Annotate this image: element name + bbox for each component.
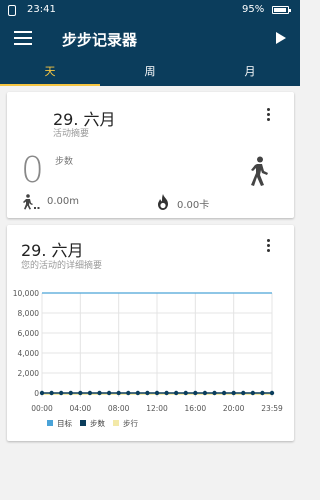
steps-point [39,390,45,396]
x-tick-label: 20:00 [223,404,245,413]
steps-point [135,390,141,396]
steps-point [106,390,112,396]
flame-icon [158,194,168,210]
y-tick-label: 10,000 [13,289,39,298]
steps-point [250,390,256,396]
x-tick-label: 08:00 [108,404,130,413]
legend-swatch [80,420,86,426]
period-tabs: 天 周 月 [0,58,300,86]
steps-point [212,390,217,396]
legend-swatch [113,420,119,426]
steps-point [260,390,265,396]
status-time: 23:41 [27,4,56,15]
summary-more-icon[interactable] [267,108,271,122]
tab-indicator [0,84,100,86]
steps-point [154,390,160,396]
steps-point [183,390,188,396]
legend-swatch [47,420,53,426]
summary-card: 29. 六月 活动摘要 0 步数 0.00m 0.00卡 [7,92,294,218]
x-tick-label: 12:00 [146,404,168,413]
steps-count: 0 [21,150,44,191]
steps-chart: 0 2,000 4,000 6,000 8,000 10,000 00:00 04:00 08:… [13,289,283,428]
battery-percent: 95% [242,4,265,15]
y-tick-label: 2,000 [18,369,40,378]
steps-point [116,390,121,396]
steps-point [231,390,236,396]
steps-point [49,390,54,396]
y-tick-label: 8,000 [18,309,40,318]
steps-point [221,390,227,396]
legend-label: 步数 [90,418,105,428]
steps-point [68,390,73,396]
steps-point [145,390,150,396]
detail-card: 29. 六月 您的活动的详细摘要 0 2,000 4,000 6,000 8,000 10… [7,225,294,441]
legend-label: 步行 [123,418,138,428]
app-bar: 步步记录器 [0,20,300,58]
y-tick-label: 4,000 [18,349,40,358]
steps-point [164,390,169,396]
steps-point [78,390,83,396]
distance-value: 0.00m [47,196,80,207]
steps-point [87,390,93,396]
x-tick-label: 23:59 [261,404,283,413]
tab-day[interactable]: 天 [0,58,100,86]
tab-week[interactable]: 周 [100,58,200,86]
steps-point [269,390,275,396]
steps-label: 步数 [55,157,74,167]
steps-point [193,390,198,396]
legend-label: 目标 [57,418,72,428]
steps-point [202,390,208,396]
y-tick-label: 0 [34,389,39,398]
app-title: 步步记录器 [62,31,138,49]
steps-point [126,390,131,396]
walker-icon [251,156,268,186]
phone-icon [8,5,16,16]
battery-icon [272,6,291,14]
summary-subtitle: 活动摘要 [53,129,90,139]
steps-point [97,390,102,396]
x-tick-label: 16:00 [185,404,207,413]
steps-point [241,390,246,396]
x-tick-label: 04:00 [70,404,92,413]
distance-icon [23,194,40,210]
y-tick-label: 6,000 [18,329,40,338]
calories-value: 0.00卡 [177,200,210,211]
status-bar: 23:41 95% [0,0,300,20]
steps-point [173,390,179,396]
play-icon[interactable] [276,32,286,44]
tab-month[interactable]: 月 [200,58,300,86]
menu-icon[interactable] [14,31,32,45]
x-tick-label: 00:00 [31,404,53,413]
steps-point [58,390,64,396]
